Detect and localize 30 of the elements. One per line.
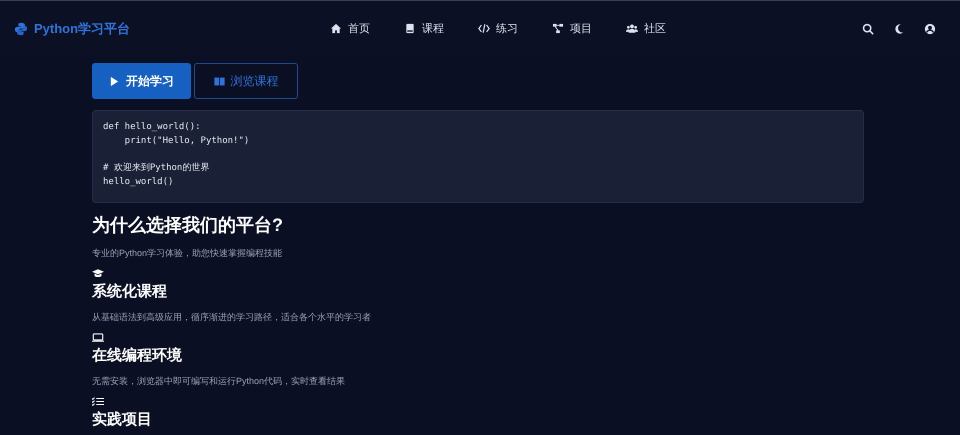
hero-button[interactable]: 浏览课程 [194,63,298,99]
moon-icon[interactable] [893,22,905,34]
feature-title: 在线编程环境 [92,346,183,365]
code-block: def hello_world(): print("Hello, Python!") # 欢迎来到Python的世界 hello_world() [92,110,864,203]
search-icon[interactable] [862,22,874,34]
feature-description: 无需安装，浏览器中即可编写和运行Python代码，实时查看结果 [92,375,346,388]
hero-button[interactable]: 开始学习 [92,63,191,99]
laptop-icon [92,333,104,342]
python-logo-icon [14,22,28,36]
feature-description: 从基础语法到高级应用，循序渐进的学习路径，适合各个水平的学习者 [92,311,372,324]
brand-name[interactable]: Python学习平台 [34,20,130,38]
play-icon [109,76,120,86]
feature-title: 系统化课程 [92,282,168,301]
diagram-icon [552,23,564,34]
nav-link[interactable]: 课程 [404,21,444,36]
section-title: 为什么选择我们的平台? [92,214,284,237]
users-icon [626,23,638,34]
code-icon [478,23,490,34]
nav-link[interactable]: 首页 [330,21,370,36]
task-list-icon [92,397,104,406]
book-icon [214,76,224,86]
graduation-cap-icon [92,269,104,278]
nav-link[interactable]: 项目 [552,21,592,36]
nav-link[interactable]: 练习 [478,21,518,36]
home-icon [330,23,342,34]
section-subtitle: 专业的Python学习体验，助您快速掌握编程技能 [92,247,284,260]
feature-title: 实践项目 [92,410,153,429]
nav-link[interactable]: 社区 [626,21,666,36]
user-icon[interactable] [924,22,936,34]
book-icon [404,23,416,34]
